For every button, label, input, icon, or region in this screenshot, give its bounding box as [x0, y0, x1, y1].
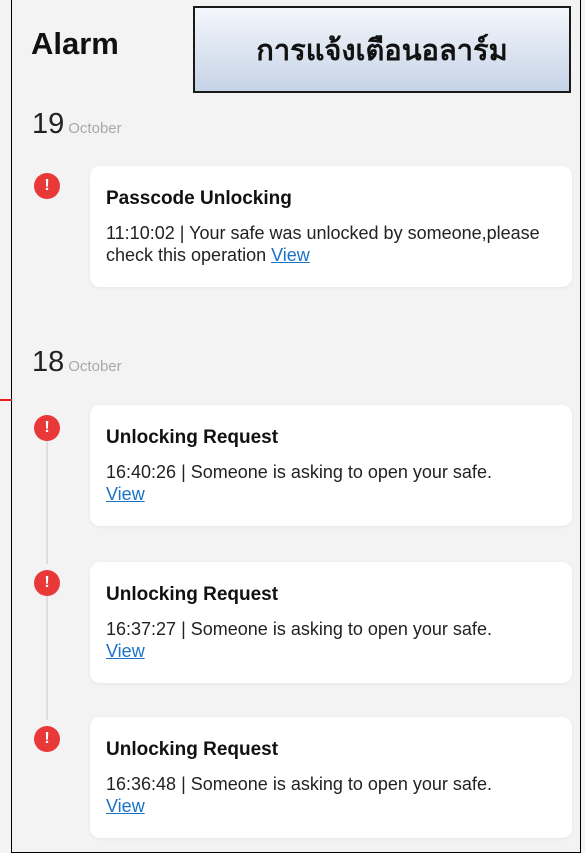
alert-icon: ! [34, 173, 60, 199]
alarm-title: Unlocking Request [106, 584, 279, 605]
alarm-title: Passcode Unlocking [106, 188, 292, 209]
alarm-time: 16:37:27 [106, 619, 177, 639]
annotation-tick [0, 399, 12, 401]
view-link[interactable]: View [106, 484, 145, 504]
alarm-text: Someone is asking to open your safe. [190, 774, 492, 794]
view-link[interactable]: View [106, 796, 145, 816]
page-title: Alarm [31, 26, 119, 61]
date-month: October [68, 120, 122, 137]
alarm-card-unlocking-request[interactable]: Unlocking Request 16:36:48 | Someone is … [90, 717, 572, 838]
alarm-card-unlocking-request[interactable]: Unlocking Request 16:37:27 | Someone is … [90, 562, 572, 683]
alarm-title: Unlocking Request [106, 739, 279, 760]
view-link[interactable]: View [271, 245, 310, 265]
alarm-time: 16:40:26 [106, 462, 177, 482]
timeline-line [46, 596, 48, 720]
alarm-message: 16:36:48 | Someone is asking to open you… [106, 774, 492, 816]
alert-icon: ! [34, 415, 60, 441]
date-header-19: 19 October [32, 108, 122, 141]
alarm-message: 16:40:26 | Someone is asking to open you… [106, 462, 492, 504]
alarm-message: 16:37:27 | Someone is asking to open you… [106, 619, 492, 661]
alarm-text: Someone is asking to open your safe. [190, 462, 492, 482]
date-day: 18 [32, 346, 65, 378]
alert-icon: ! [34, 570, 60, 596]
alert-icon: ! [34, 726, 60, 752]
alarm-card-passcode-unlocking[interactable]: Passcode Unlocking 11:10:02 | Your safe … [90, 166, 572, 287]
alarm-message: 11:10:02 | Your safe was unlocked by som… [106, 223, 540, 265]
alarm-card-unlocking-request[interactable]: Unlocking Request 16:40:26 | Someone is … [90, 405, 572, 526]
date-header-18: 18 October [32, 346, 122, 379]
alarm-title: Unlocking Request [106, 427, 279, 448]
timeline-line [46, 440, 48, 564]
alarm-time: 11:10:02 [106, 223, 175, 243]
date-month: October [68, 358, 122, 375]
date-day: 19 [32, 108, 65, 140]
alarm-text: Someone is asking to open your safe. [190, 619, 492, 639]
view-link[interactable]: View [106, 641, 145, 661]
alarm-time: 16:36:48 [106, 774, 177, 794]
thai-caption-banner: การแจ้งเตือนอลาร์ม [193, 6, 571, 93]
